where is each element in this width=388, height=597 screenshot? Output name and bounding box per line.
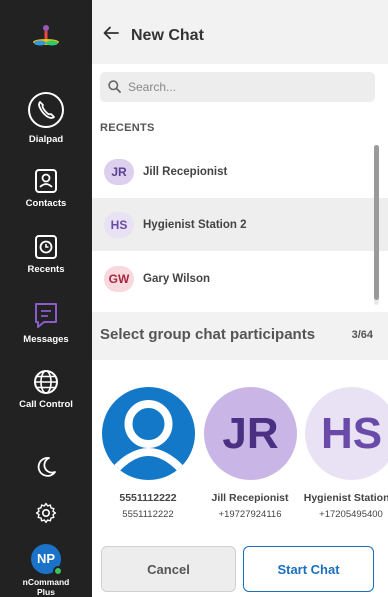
contact-name: Jill Recepionist xyxy=(143,166,228,178)
participant-avatar: HS xyxy=(305,387,388,480)
contact-name: Hygienist Station 2 xyxy=(143,219,247,231)
profile-name: nCommand Plus xyxy=(0,577,92,597)
back-arrow-icon[interactable] xyxy=(102,24,120,42)
participant-number: 5551112222 xyxy=(122,509,174,520)
participant-avatar: JR xyxy=(204,387,297,480)
profile-name-line2: Plus xyxy=(37,587,55,597)
participant-name: 5551112222 xyxy=(119,492,177,504)
group-title: Select group chat participants xyxy=(100,326,316,343)
scrollbar-thumb[interactable] xyxy=(374,145,379,300)
recents-heading: RECENTS xyxy=(100,122,155,134)
contact-card-icon xyxy=(35,169,57,193)
phone-icon xyxy=(28,92,64,128)
participant-initials: HS xyxy=(320,409,383,458)
footer-actions: Cancel Start Chat xyxy=(92,537,388,597)
gear-icon xyxy=(35,502,57,524)
settings-button[interactable] xyxy=(0,502,92,524)
contact-initials-badge: GW xyxy=(104,266,134,292)
header: New Chat xyxy=(92,0,388,64)
group-participants-bar: Select group chat participants 3/64 xyxy=(92,312,388,360)
profile-name-line1: nCommand xyxy=(22,577,70,587)
recent-contact-row[interactable]: HS Hygienist Station 2 xyxy=(92,198,388,251)
message-icon xyxy=(35,303,57,328)
contact-initials-badge: HS xyxy=(104,212,134,238)
globe-icon xyxy=(34,370,58,394)
participant-card[interactable]: 5551112222 5551112222 xyxy=(96,360,200,530)
participant-name: Hygienist Station 2 xyxy=(303,492,388,504)
sidebar-item-label: Call Control xyxy=(19,399,73,410)
selected-participants: 5551112222 5551112222 JR Jill Recepionis… xyxy=(92,360,388,530)
sidebar-item-label: Recents xyxy=(27,264,65,275)
sidebar-item-call-control[interactable]: Call Control xyxy=(0,369,92,410)
participant-count: 3/64 xyxy=(351,329,373,341)
new-chat-panel: New Chat RECENTS JR Jill Recepionist HS … xyxy=(92,0,388,597)
start-chat-button[interactable]: Start Chat xyxy=(243,546,374,592)
person-icon xyxy=(113,400,184,472)
participant-number: +17205495400 xyxy=(319,509,383,520)
clock-icon xyxy=(35,235,57,259)
participant-card[interactable]: JR Jill Recepionist +19727924116 xyxy=(198,360,302,530)
participant-card[interactable]: HS Hygienist Station 2 +17205495400 xyxy=(299,360,388,530)
recent-contact-row[interactable]: JR Jill Recepionist xyxy=(92,145,388,198)
avatar-initials: NP xyxy=(36,551,56,566)
cancel-button[interactable]: Cancel xyxy=(101,546,236,592)
app-logo xyxy=(31,24,61,52)
page-title: New Chat xyxy=(131,27,204,44)
participant-name: Jill Recepionist xyxy=(211,492,289,504)
recents-scrollbar[interactable] xyxy=(374,145,379,305)
app-window: Dialpad Contacts Recents Messages Call C… xyxy=(0,0,388,597)
search-input[interactable] xyxy=(128,78,368,96)
search-icon xyxy=(108,80,121,93)
contact-initials-badge: JR xyxy=(104,159,134,185)
participant-initials: JR xyxy=(222,409,279,458)
sidebar: Dialpad Contacts Recents Messages Call C… xyxy=(0,0,92,597)
avatar: NP xyxy=(31,544,63,576)
sidebar-item-label: Dialpad xyxy=(28,134,64,145)
sidebar-item-recents[interactable]: Recents xyxy=(0,234,92,275)
contact-name: Gary Wilson xyxy=(143,273,210,285)
participant-number: +19727924116 xyxy=(218,509,282,520)
profile-button[interactable]: NP nCommand Plus xyxy=(0,544,92,597)
sidebar-item-messages[interactable]: Messages xyxy=(0,302,92,345)
default-avatar xyxy=(102,387,195,480)
sidebar-item-dialpad[interactable]: Dialpad xyxy=(0,90,92,145)
sidebar-item-label: Messages xyxy=(23,334,69,345)
moon-icon xyxy=(37,457,56,477)
recent-contact-row[interactable]: GW Gary Wilson xyxy=(92,252,388,305)
theme-toggle[interactable] xyxy=(0,456,92,478)
sidebar-item-label: Contacts xyxy=(25,198,67,209)
sidebar-item-contacts[interactable]: Contacts xyxy=(0,168,92,209)
search-box xyxy=(100,72,375,102)
online-status-dot xyxy=(53,566,63,576)
